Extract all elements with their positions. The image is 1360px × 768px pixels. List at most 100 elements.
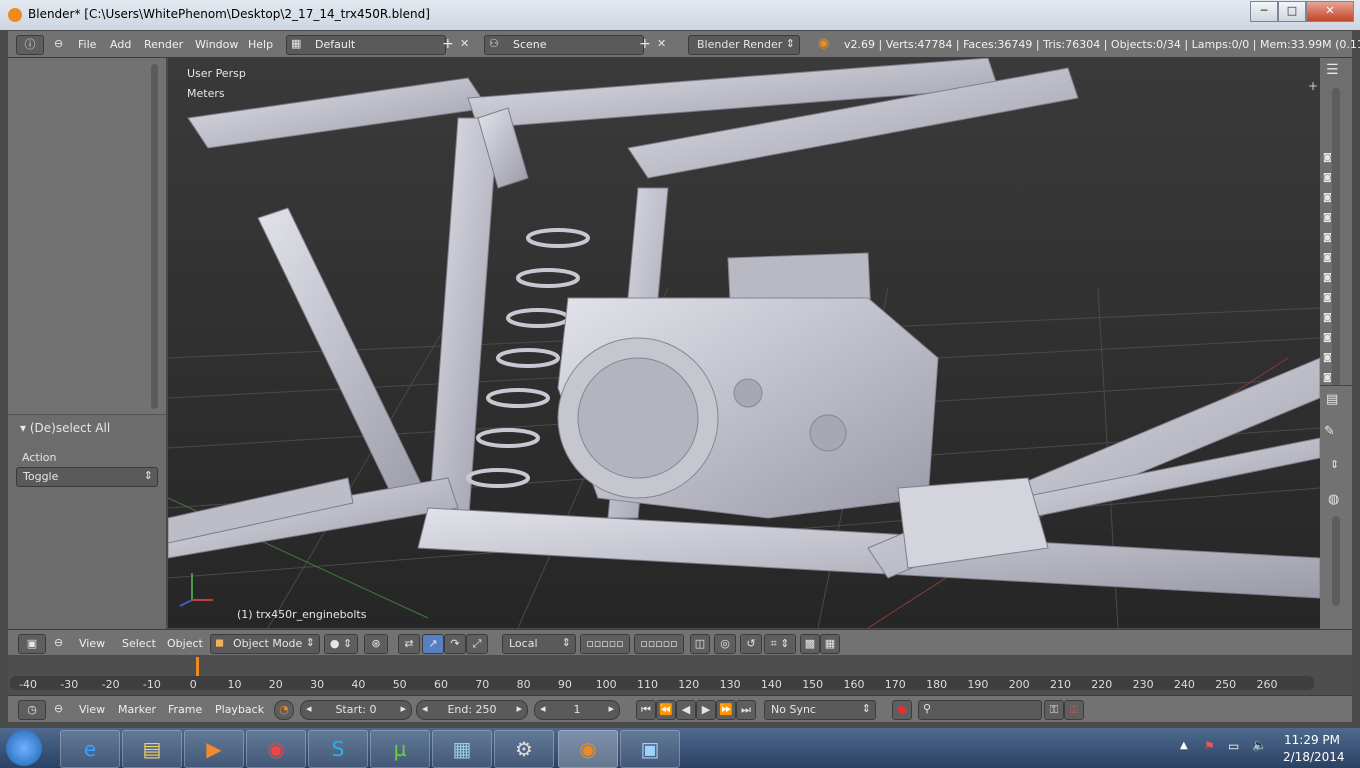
menu-frame[interactable]: Frame: [168, 703, 202, 716]
rotate-manipulator-icon[interactable]: ↷: [444, 634, 466, 654]
render-engine-dropdown[interactable]: Blender Render ⇕: [688, 35, 800, 55]
menu-object[interactable]: Object: [167, 637, 203, 650]
scene-statistics: v2.69 | Verts:47784 | Faces:36749 | Tris…: [844, 38, 1360, 51]
scale-manipulator-icon[interactable]: ⤢: [466, 634, 488, 654]
internet-explorer-icon[interactable]: e: [60, 730, 120, 768]
preview-range-icon[interactable]: ◔: [274, 700, 294, 720]
action-center-icon[interactable]: ⚑: [1204, 739, 1215, 753]
manipulator-toggle-icon[interactable]: ⇄: [398, 634, 420, 654]
auto-keying-record-icon[interactable]: ●: [892, 700, 912, 720]
action-dropdown[interactable]: Toggle ⇕: [16, 467, 158, 487]
delete-screen-icon[interactable]: ✕: [460, 37, 469, 50]
operator-panel-header[interactable]: ▾ (De)select All: [20, 421, 110, 435]
volume-icon[interactable]: 🔈: [1252, 738, 1267, 752]
maximize-button[interactable]: □: [1278, 1, 1306, 22]
delete-keyframe-icon[interactable]: ⚿: [1064, 700, 1084, 720]
skype-icon[interactable]: S: [308, 730, 368, 768]
tool-shelf-scrollbar[interactable]: [151, 64, 158, 409]
insert-keyframe-icon[interactable]: ⚿: [1044, 700, 1064, 720]
collapse-menu-icon[interactable]: ⊖: [54, 636, 63, 649]
increment-icon[interactable]: ▸: [608, 702, 614, 715]
snap-element-dropdown[interactable]: ⌗ ⇕: [764, 634, 796, 654]
render-icon[interactable]: ▩: [800, 634, 820, 654]
menu-playback[interactable]: Playback: [215, 703, 264, 716]
layer-buttons-1[interactable]: ▫▫▫▫▫: [580, 634, 630, 654]
menu-view[interactable]: View: [79, 703, 105, 716]
outliner-camera-icons[interactable]: ◙ ◙ ◙ ◙ ◙ ◙ ◙ ◙ ◙ ◙ ◙ ◙: [1323, 148, 1332, 388]
editor-type-3d-icon[interactable]: ▣: [18, 634, 46, 654]
info-header: ⓘ ⊖ File Add Render Window Help ▦ Defaul…: [8, 31, 1360, 58]
control-panel-icon[interactable]: ▦: [432, 730, 492, 768]
blender-taskbar-icon[interactable]: ◉: [558, 730, 618, 768]
properties-editor-icon[interactable]: ▤: [1326, 392, 1338, 407]
tools-icon[interactable]: ✎: [1324, 424, 1335, 439]
start-frame-field[interactable]: ◂ Start: 0 ▸: [300, 700, 412, 720]
render-animation-icon[interactable]: ▦: [820, 634, 840, 654]
timeline-tick-label: 250: [1215, 678, 1237, 691]
utorrent-icon[interactable]: µ: [370, 730, 430, 768]
network-icon[interactable]: ▭: [1228, 739, 1239, 753]
menu-render[interactable]: Render: [144, 38, 183, 51]
transform-orientation-dropdown[interactable]: Local ⇕: [502, 634, 576, 654]
add-screen-icon[interactable]: +: [442, 36, 454, 52]
scene-icon: ⚇: [489, 37, 499, 50]
3d-viewport[interactable]: + User Persp Meters (1) trx450r_enginebo…: [168, 58, 1320, 628]
properties-scrollbar[interactable]: [1332, 516, 1340, 606]
timeline-tick-label: 190: [967, 678, 989, 691]
lock-layers-icon[interactable]: ◫: [690, 634, 710, 654]
jump-keyframe-back-icon[interactable]: ⏪: [656, 700, 676, 720]
collapse-menu-icon[interactable]: ⊖: [54, 37, 63, 50]
keying-set-field[interactable]: ⚲: [918, 700, 1042, 720]
scroll-arrows-icon[interactable]: ⇕: [1330, 458, 1339, 471]
menu-add[interactable]: Add: [110, 38, 131, 51]
tray-expand-icon[interactable]: ▲: [1180, 740, 1188, 751]
viewport-scene: +: [168, 58, 1320, 628]
menu-help[interactable]: Help: [248, 38, 273, 51]
editor-type-timeline-icon[interactable]: ◷: [18, 700, 46, 720]
jump-start-icon[interactable]: ⏮: [636, 700, 656, 720]
translate-manipulator-icon[interactable]: ↗: [422, 634, 444, 654]
collapse-menu-icon[interactable]: ⊖: [54, 702, 63, 715]
menu-window[interactable]: Window: [195, 38, 238, 51]
snap-toggle-icon[interactable]: ↺: [740, 634, 762, 654]
clock-time[interactable]: 11:29 PM: [1284, 733, 1340, 747]
current-frame-marker[interactable]: [196, 657, 199, 677]
play-reverse-icon[interactable]: ◀: [676, 700, 696, 720]
close-button[interactable]: ✕: [1306, 1, 1354, 22]
object-icon[interactable]: ◍: [1328, 492, 1339, 507]
jump-end-icon[interactable]: ⏭: [736, 700, 756, 720]
add-scene-icon[interactable]: +: [639, 36, 651, 52]
photo-viewer-icon[interactable]: ▣: [620, 730, 680, 768]
editor-type-info-icon[interactable]: ⓘ: [16, 35, 44, 55]
clock-date[interactable]: 2/18/2014: [1283, 750, 1345, 764]
pivot-point-icon[interactable]: ⊛: [364, 634, 388, 654]
menu-file[interactable]: File: [78, 38, 96, 51]
file-explorer-icon[interactable]: ▤: [122, 730, 182, 768]
minimize-button[interactable]: ─: [1250, 1, 1278, 22]
dropdown-arrows-icon: ⇕: [143, 469, 153, 482]
proportional-edit-icon[interactable]: ◎: [714, 634, 736, 654]
mode-dropdown[interactable]: ◼ Object Mode ⇕: [210, 634, 320, 654]
increment-icon[interactable]: ▸: [516, 702, 522, 715]
end-frame-field[interactable]: ◂ End: 250 ▸: [416, 700, 528, 720]
increment-icon[interactable]: ▸: [400, 702, 406, 715]
start-button[interactable]: [6, 730, 42, 766]
screen-layout-field[interactable]: ▦ Default: [286, 35, 446, 55]
scene-field[interactable]: ⚇ Scene: [484, 35, 644, 55]
current-frame-field[interactable]: ◂ 1 ▸: [534, 700, 620, 720]
sync-mode-dropdown[interactable]: No Sync ⇕: [764, 700, 876, 720]
menu-view[interactable]: View: [79, 637, 105, 650]
jump-keyframe-forward-icon[interactable]: ⏩: [716, 700, 736, 720]
delete-scene-icon[interactable]: ✕: [657, 37, 666, 50]
timeline-tick-label: 110: [637, 678, 658, 691]
chrome-icon[interactable]: ◉: [246, 730, 306, 768]
media-player-icon[interactable]: ▶: [184, 730, 244, 768]
timeline-tick-label: 80: [516, 678, 531, 691]
play-icon[interactable]: ▶: [696, 700, 716, 720]
outliner-editor-icon[interactable]: ☰: [1326, 62, 1339, 78]
menu-select[interactable]: Select: [122, 637, 156, 650]
steam-icon[interactable]: ⚙: [494, 730, 554, 768]
menu-marker[interactable]: Marker: [118, 703, 156, 716]
layer-buttons-2[interactable]: ▫▫▫▫▫: [634, 634, 684, 654]
viewport-shading-dropdown[interactable]: ● ⇕: [324, 634, 358, 654]
